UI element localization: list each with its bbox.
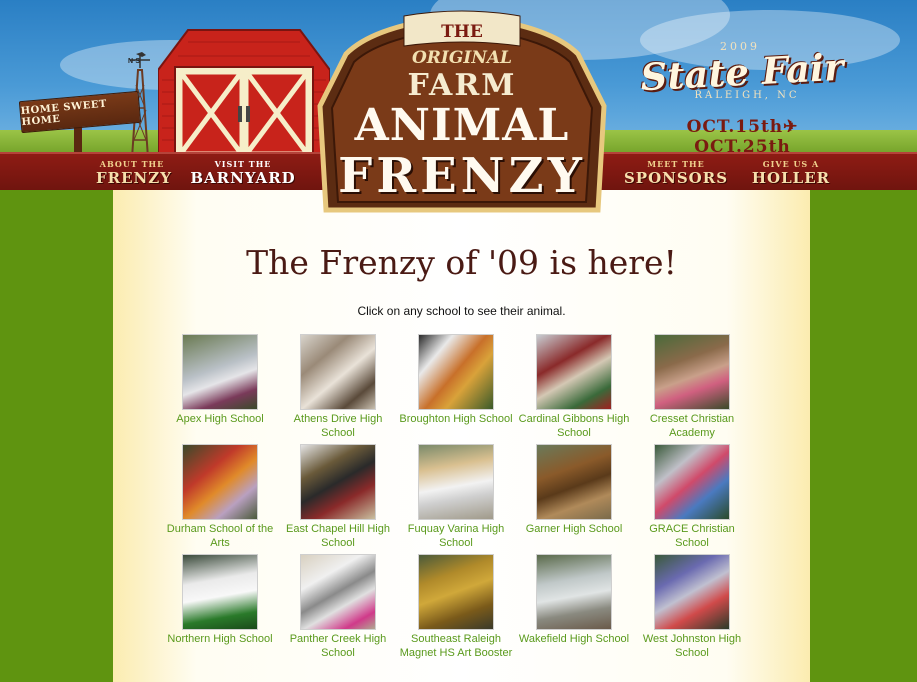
logo-the: THE	[441, 22, 483, 42]
school-link[interactable]: Cardinal Gibbons High School	[515, 412, 633, 440]
school-link[interactable]: Athens Drive High School	[279, 412, 397, 440]
school-animal-thumbnail[interactable]	[182, 554, 258, 630]
school-item[interactable]: Southeast Raleigh Magnet HS Art Booster	[397, 554, 515, 660]
school-link[interactable]: East Chapel Hill High School	[279, 522, 397, 550]
school-item[interactable]: West Johnston High School	[633, 554, 751, 660]
nav-sponsors-label: Sponsors	[623, 169, 729, 187]
school-link[interactable]: West Johnston High School	[633, 632, 751, 660]
school-animal-thumbnail[interactable]	[300, 444, 376, 520]
school-item[interactable]: Panther Creek High School	[279, 554, 397, 660]
school-item[interactable]: Cresset Christian Academy	[633, 334, 751, 440]
school-animal-thumbnail[interactable]	[654, 554, 730, 630]
school-item[interactable]: Athens Drive High School	[279, 334, 397, 440]
state-fair-dates: OCT.15th✈OCT.25th	[686, 117, 799, 157]
school-animal-thumbnail[interactable]	[536, 554, 612, 630]
school-link[interactable]: Fuquay Varina High School	[397, 522, 515, 550]
logo-farm: FARM	[407, 68, 517, 103]
school-item[interactable]: Wakefield High School	[515, 554, 633, 646]
school-item[interactable]: East Chapel Hill High School	[279, 444, 397, 550]
logo-original: ORIGINAL	[411, 48, 513, 68]
school-item[interactable]: Garner High School	[515, 444, 633, 536]
nav-visit-the-barnyard[interactable]: Visit the Barnyard	[188, 159, 298, 187]
main-content: The Frenzy of '09 is here! Click on any …	[113, 190, 810, 682]
school-link[interactable]: Southeast Raleigh Magnet HS Art Booster	[397, 632, 515, 660]
school-item[interactable]: Durham School of the Arts	[161, 444, 279, 550]
nav-holler-small-label: Give us a	[762, 159, 820, 169]
nav-barnyard-label: Barnyard	[190, 169, 296, 187]
school-animal-thumbnail[interactable]	[418, 334, 494, 410]
compass-letters: N·S	[128, 58, 141, 65]
school-link[interactable]: Northern High School	[161, 632, 279, 646]
school-animal-thumbnail[interactable]	[418, 554, 494, 630]
nav-sponsors-small-label: Meet the	[647, 159, 705, 169]
school-link[interactable]: Panther Creek High School	[279, 632, 397, 660]
intro-text: Click on any school to see their animal.	[357, 304, 566, 318]
nav-about-the-frenzy[interactable]: About the Frenzy	[96, 159, 172, 187]
farm-animal-frenzy-logo[interactable]: THE ORIGINAL FARM ANIMAL FRENZY	[316, 10, 608, 216]
state-fair-city: RALEIGH, NC	[694, 90, 800, 101]
school-animal-thumbnail[interactable]	[300, 334, 376, 410]
school-item[interactable]: Northern High School	[161, 554, 279, 646]
school-link[interactable]: Garner High School	[515, 522, 633, 536]
school-item[interactable]: Apex High School	[161, 334, 279, 426]
nav-about-label: Frenzy	[96, 169, 172, 187]
school-link[interactable]: GRACE Christian School	[633, 522, 751, 550]
page-title: The Frenzy of '09 is here!	[246, 243, 677, 282]
logo-frenzy: FRENZY	[338, 148, 586, 204]
school-animal-thumbnail[interactable]	[654, 334, 730, 410]
nav-holler-label: Holler	[751, 169, 831, 187]
school-animal-thumbnail[interactable]	[418, 444, 494, 520]
barn-icon[interactable]	[158, 22, 330, 154]
school-link[interactable]: Cresset Christian Academy	[633, 412, 751, 440]
school-animal-thumbnail[interactable]	[182, 444, 258, 520]
nav-meet-the-sponsors[interactable]: Meet the Sponsors	[622, 159, 730, 187]
school-animal-thumbnail[interactable]	[536, 334, 612, 410]
school-link[interactable]: Durham School of the Arts	[161, 522, 279, 550]
nav-about-small-label: About the	[99, 159, 165, 169]
nav-give-us-a-holler[interactable]: Give us a Holler	[750, 159, 832, 187]
school-item[interactable]: Cardinal Gibbons High School	[515, 334, 633, 440]
school-link[interactable]: Broughton High School	[397, 412, 515, 426]
school-animal-thumbnail[interactable]	[300, 554, 376, 630]
school-link[interactable]: Apex High School	[161, 412, 279, 426]
school-animal-thumbnail[interactable]	[536, 444, 612, 520]
school-item[interactable]: Broughton High School	[397, 334, 515, 426]
school-animal-thumbnail[interactable]	[182, 334, 258, 410]
nav-barnyard-small-label: Visit the	[214, 159, 272, 169]
school-link[interactable]: Wakefield High School	[515, 632, 633, 646]
school-item[interactable]: GRACE Christian School	[633, 444, 751, 550]
logo-animal: ANIMAL	[354, 100, 570, 151]
school-item[interactable]: Fuquay Varina High School	[397, 444, 515, 550]
school-animal-thumbnail[interactable]	[654, 444, 730, 520]
